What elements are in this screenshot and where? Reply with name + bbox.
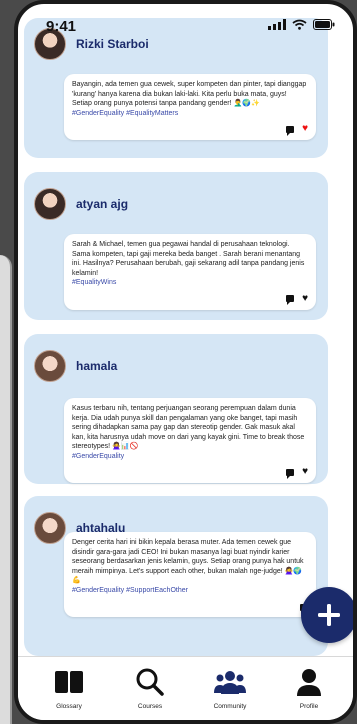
post-hashtags[interactable]: #GenderEquality #EqualityMatters [72, 109, 308, 119]
battery-icon [313, 19, 335, 30]
avatar[interactable] [34, 512, 66, 544]
post-text: Denger cerita hari ini bikin kepala bera… [72, 539, 304, 584]
comment-icon[interactable] [286, 295, 295, 305]
community-feed[interactable]: Rizki Starboi Bayangin, ada temen gua ce… [18, 4, 353, 656]
post-hashtags[interactable]: #GenderEquality #SupportEachOther [72, 586, 308, 596]
avatar[interactable] [34, 188, 66, 220]
status-bar: 9:41 [18, 4, 353, 44]
post-text: Bayangin, ada temen gua cewek, super kom… [72, 81, 307, 107]
plus-icon [318, 604, 340, 626]
post-username[interactable]: atyan ajg [76, 197, 128, 211]
tab-courses[interactable]: Courses [115, 667, 185, 710]
background-window-edge [0, 255, 12, 724]
post-body: Sarah & Michael, temen gua pegawai handa… [64, 234, 316, 310]
post-username[interactable]: hamala [76, 359, 117, 373]
tab-community-label: Community [213, 703, 247, 710]
status-time: 9:41 [46, 18, 77, 35]
search-icon [136, 668, 164, 696]
wifi-icon [292, 19, 307, 30]
tab-glossary[interactable]: Glossary [34, 667, 104, 710]
post-body: Denger cerita hari ini bikin kepala bera… [64, 532, 316, 617]
phone-frame: 9:41 Rizki Starboi Bayangin, ada temen g… [14, 0, 357, 724]
heart-icon[interactable]: ♥ [302, 124, 308, 134]
status-icons [268, 19, 335, 30]
avatar[interactable] [34, 350, 66, 382]
post-card: atyan ajg Sarah & Michael, temen gua peg… [24, 172, 328, 320]
post-hashtags[interactable]: #GenderEquality [72, 452, 308, 462]
post-text: Sarah & Michael, temen gua pegawai handa… [72, 241, 305, 277]
tab-profile-label: Profile [299, 703, 319, 710]
post-actions: ♥ [286, 467, 308, 479]
post-body: Bayangin, ada temen gua cewek, super kom… [64, 74, 316, 140]
comment-icon[interactable] [286, 468, 295, 479]
create-post-button[interactable] [301, 587, 353, 643]
tab-profile[interactable]: Profile [274, 667, 344, 710]
post-header: hamala [34, 350, 117, 382]
post-body: Kasus terbaru nih, tentang perjuangan se… [64, 398, 316, 483]
profile-icon [297, 669, 321, 696]
tab-courses-label: Courses [137, 703, 163, 710]
tab-community[interactable]: Community [195, 667, 265, 710]
post-actions: ♥ [286, 124, 308, 136]
comment-icon[interactable] [286, 125, 295, 136]
post-header: atyan ajg [34, 188, 128, 220]
signal-icon [268, 19, 286, 30]
tab-glossary-label: Glossary [56, 703, 82, 710]
post-card: ahtahalu Denger cerita hari ini bikin ke… [24, 496, 328, 656]
post-text: Kasus terbaru nih, tentang perjuangan se… [72, 405, 305, 450]
post-hashtags[interactable]: #EqualityWins [72, 278, 308, 288]
book-icon [55, 671, 83, 693]
heart-icon[interactable]: ♥ [302, 293, 308, 304]
community-icon [214, 671, 246, 694]
post-actions: ♥ [286, 293, 308, 305]
bottom-tab-bar: Glossary Courses Community Profile [18, 656, 353, 720]
heart-icon[interactable]: ♥ [302, 467, 308, 477]
post-card: hamala Kasus terbaru nih, tentang perjua… [24, 334, 328, 484]
